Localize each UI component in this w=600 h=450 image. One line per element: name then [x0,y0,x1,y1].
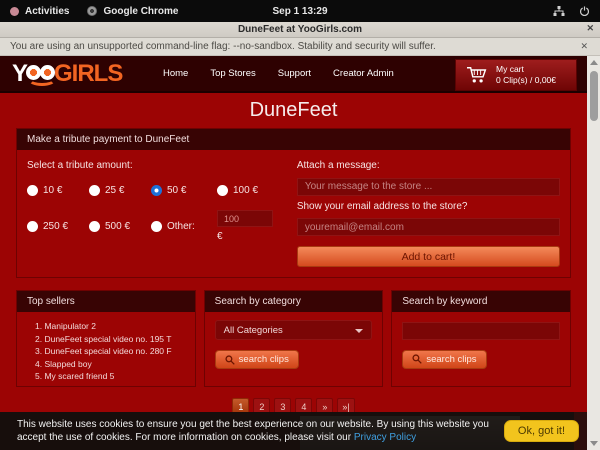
web-page: Y GIRLS Home Top Stores Support Creator … [0,56,587,450]
power-icon[interactable] [579,6,590,17]
browser-viewport: Y GIRLS Home Top Stores Support Creator … [0,56,600,450]
amount-radio-other[interactable]: Other: [151,210,217,242]
list-item[interactable]: DuneFeet special video no. 195 T [35,333,185,346]
chevron-down-icon [355,329,363,333]
nav-item-top-stores[interactable]: Top Stores [210,68,255,79]
main-content: DuneFeet Make a tribute payment to DuneF… [0,93,587,415]
scrollbar-thumb[interactable] [590,71,598,121]
page-scrollbar[interactable] [587,56,600,450]
chrome-infobar: You are using an unsupported command-lin… [0,38,600,56]
logo-smile-icon [28,73,56,86]
page-title: DuneFeet [16,99,571,122]
add-to-cart-button[interactable]: Add to cart! [297,246,560,267]
window-title: DuneFeet at YooGirls.com [238,24,362,35]
top-sellers-header: Top sellers [17,291,195,312]
site-header: Y GIRLS Home Top Stores Support Creator … [0,56,587,93]
radio-icon [27,221,38,232]
radio-icon [151,185,162,196]
logo-text-y: Y [12,60,27,88]
cart-label: My cart [496,64,556,75]
other-amount-input[interactable] [217,210,273,227]
activities-icon [10,7,19,16]
infobar-message: You are using an unsupported command-lin… [10,41,436,52]
chrome-icon [87,6,97,16]
tribute-panel: Make a tribute payment to DuneFeet Selec… [16,128,571,278]
search-category-panel: Search by category All Categories search… [204,290,384,387]
scrollbar-up-icon[interactable] [590,60,598,65]
radio-icon [89,221,100,232]
amount-radio-10[interactable]: 10 € [27,185,89,196]
radio-icon [217,185,228,196]
nav-item-home[interactable]: Home [163,68,188,79]
privacy-policy-link[interactable]: Privacy Policy [354,432,416,443]
amount-radio-250[interactable]: 250 € [27,210,89,242]
window-title-bar: DuneFeet at YooGirls.com ✕ [0,22,600,38]
window-close-icon[interactable]: ✕ [586,23,594,34]
cookie-accept-button[interactable]: Ok, got it! [504,420,579,442]
nav-item-support[interactable]: Support [278,68,311,79]
search-clips-keyword-button[interactable]: search clips [402,350,486,369]
activities-label: Activities [25,6,69,17]
chrome-app-menu[interactable]: Google Chrome [87,6,178,17]
list-item[interactable]: My scared friend 5 [35,370,185,383]
search-icon [225,355,235,365]
scrollbar-down-icon[interactable] [590,441,598,446]
message-label: Attach a message: [297,160,560,171]
currency-symbol: € [217,231,287,242]
infobar-close-icon[interactable]: ✕ [580,41,588,52]
cart-summary: 0 Clip(s) / 0,00€ [496,75,556,86]
amount-radio-100[interactable]: 100 € [217,185,287,196]
amount-options: 10 € 25 € 50 € 100 € 250 € 500 € Other: … [27,185,283,242]
tribute-panel-header: Make a tribute payment to DuneFeet [17,129,570,150]
amount-label: Select a tribute amount: [27,160,283,171]
amount-radio-500[interactable]: 500 € [89,210,151,242]
search-keyword-header: Search by keyword [392,291,570,312]
top-sellers-panel: Top sellers Manipulator 2 DuneFeet speci… [16,290,196,387]
network-icon[interactable] [553,6,565,17]
site-logo[interactable]: Y GIRLS [12,56,147,91]
email-input[interactable] [297,218,560,236]
top-sellers-list: Manipulator 2 DuneFeet special video no.… [27,320,185,383]
clock[interactable]: Sep 1 13:29 [272,6,327,17]
nav-item-creator-admin[interactable]: Creator Admin [333,68,394,79]
chrome-app-label: Google Chrome [103,6,178,17]
cookie-consent-bar: This website uses cookies to ensure you … [0,412,587,450]
category-select-value: All Categories [224,325,283,336]
amount-radio-50[interactable]: 50 € [151,185,217,196]
main-nav: Home Top Stores Support Creator Admin [163,68,394,79]
email-label: Show your email address to the store? [297,201,560,212]
cookie-message: This website uses cookies to ensure you … [17,418,495,444]
search-icon [412,354,422,364]
activities-button[interactable]: Activities [10,6,69,17]
search-category-header: Search by category [205,291,383,312]
my-cart-button[interactable]: My cart 0 Clip(s) / 0,00€ [455,59,577,91]
amount-radio-25[interactable]: 25 € [89,185,151,196]
category-select[interactable]: All Categories [215,320,373,340]
cart-icon [466,65,488,85]
radio-icon [27,185,38,196]
radio-icon [89,185,100,196]
search-keyword-panel: Search by keyword search clips [391,290,571,387]
list-item[interactable]: Manipulator 2 [35,320,185,333]
desktop-top-bar: Activities Google Chrome Sep 1 13:29 [0,0,600,22]
list-item[interactable]: Slapped boy [35,358,185,371]
keyword-input[interactable] [402,322,560,340]
message-input[interactable] [297,178,560,196]
radio-icon [151,221,162,232]
logo-text-girls: GIRLS [54,60,122,88]
list-item[interactable]: DuneFeet special video no. 280 F [35,345,185,358]
search-clips-category-button[interactable]: search clips [215,350,299,369]
